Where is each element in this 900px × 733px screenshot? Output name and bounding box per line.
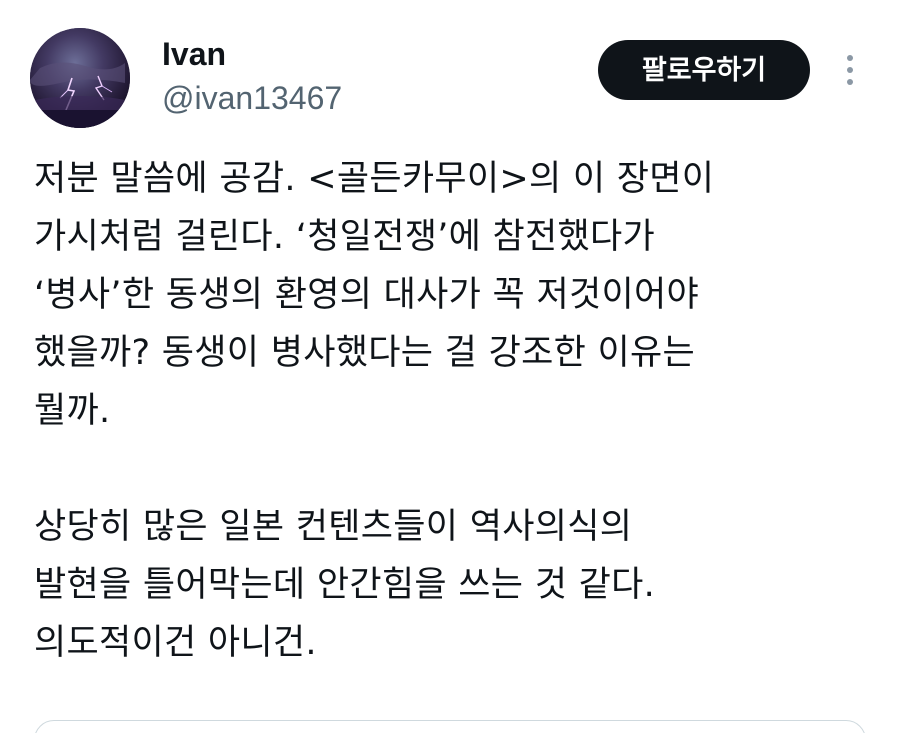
tweet-text-line: 상당히 많은 일본 컨텐츠들이 역사의식의 [34, 507, 633, 547]
more-dot [847, 79, 853, 85]
follow-button[interactable]: 팔로우하기 [598, 40, 810, 100]
more-vertical-icon[interactable] [836, 48, 864, 92]
more-dot [847, 67, 853, 73]
more-dot [847, 55, 853, 61]
tweet-text-line: 가시처럼 걸린다. ‘청일전쟁’에 참전했다가 [34, 217, 656, 257]
tweet-text-line: ‘병사’한 동생의 환영의 대사가 꼭 저것이어야 [34, 275, 699, 315]
user-handle[interactable]: @ivan13467 [162, 78, 342, 118]
lightning-storm-avatar-image [30, 28, 130, 128]
tweet-text-line: 발현을 틀어막는데 안간힘을 쓰는 것 같다. [34, 565, 656, 605]
tweet-text-line: 뭘까. [34, 391, 111, 431]
tweet-text-line: 저분 말씀에 공감. <골든카무이>의 이 장면이 [34, 159, 715, 199]
quoted-tweet-card[interactable] [34, 720, 866, 733]
tweet-text: 저분 말씀에 공감. <골든카무이>의 이 장면이 가시처럼 걸린다. ‘청일전… [34, 150, 884, 672]
avatar[interactable] [30, 28, 130, 128]
tweet-container: Ivan @ivan13467 팔로우하기 저분 말씀에 공감. <골든카무이>… [0, 0, 900, 733]
tweet-text-line: 했을까? 동생이 병사했다는 걸 강조한 이유는 [34, 333, 696, 373]
display-name[interactable]: Ivan [162, 34, 226, 74]
tweet-text-line: 의도적이건 아니건. [34, 623, 317, 663]
